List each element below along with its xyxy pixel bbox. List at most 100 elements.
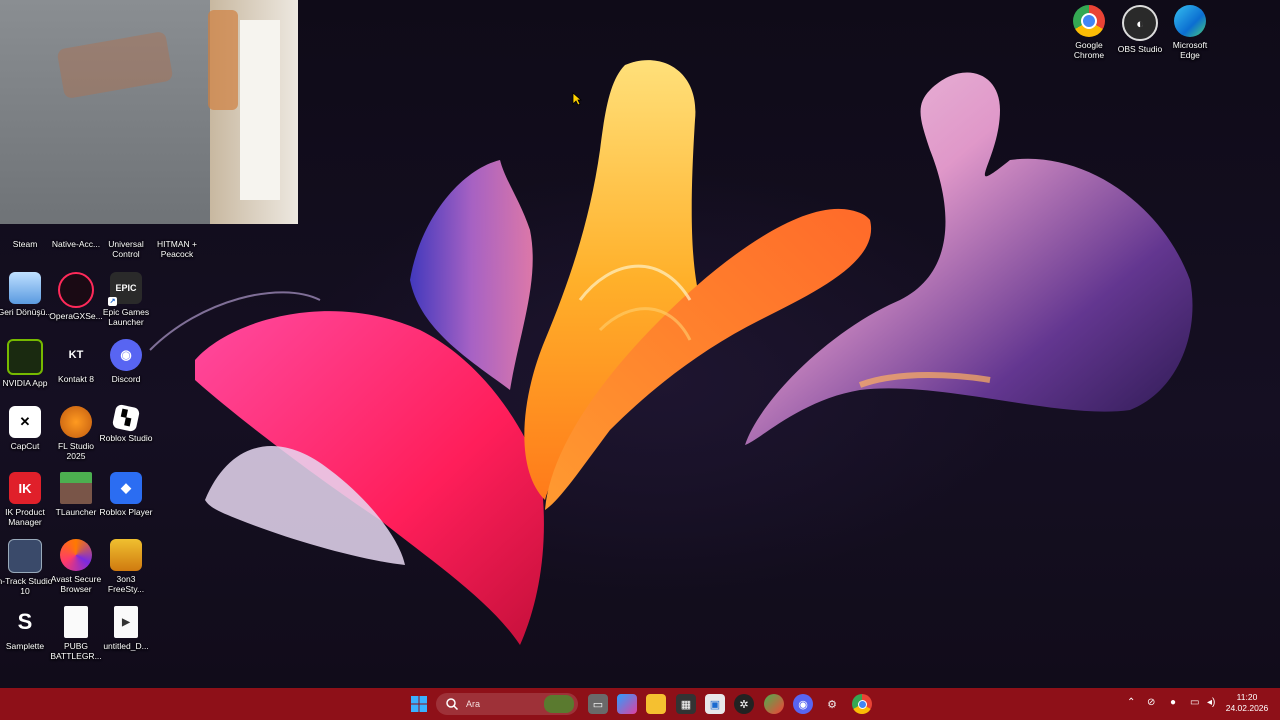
network-off-icon[interactable]: ⊘: [1147, 697, 1155, 708]
epic-games-icon: EPIC ↗: [108, 272, 142, 306]
settings-button[interactable]: ⚙: [822, 694, 842, 714]
nvidia-icon: [7, 339, 43, 375]
samplette-glyph-text: S: [17, 609, 33, 634]
steam-label: Steam: [12, 239, 38, 249]
clock-time: 11:20: [1236, 692, 1258, 702]
chrome-label: Google Chrome: [1073, 40, 1105, 60]
ntrack-studio-shortcut[interactable]: n-Track Studio 10: [0, 539, 53, 596]
m365-copilot-button[interactable]: [617, 694, 637, 714]
microphone-icon[interactable]: ●: [1170, 697, 1176, 708]
fl-studio-label: FL Studio 2025: [57, 441, 95, 461]
kontakt-shortcut[interactable]: KT Kontakt 8: [48, 339, 104, 384]
taskbar-app-button[interactable]: ▣: [705, 694, 725, 714]
chrome-icon: [1073, 5, 1105, 37]
samplette-icon: S: [9, 606, 41, 638]
system-clock[interactable]: 11:20 24.02.2026: [1222, 692, 1272, 714]
untitled-label: untitled_D...: [103, 641, 149, 651]
ntrack-icon: [8, 539, 42, 573]
recycle-bin-label: Geri Dönüşü...: [0, 307, 53, 317]
opera-gx-icon: [58, 272, 94, 308]
roblox-player-icon: ◆: [110, 472, 142, 504]
avast-icon: [60, 539, 92, 571]
edge-shortcut[interactable]: Microsoft Edge: [1162, 5, 1218, 60]
tlauncher-label: TLauncher: [55, 507, 97, 517]
edge-label: Microsoft Edge: [1172, 40, 1208, 60]
clock-date: 24.02.2026: [1225, 703, 1269, 713]
search-placeholder: Ara: [466, 699, 481, 709]
samplette-label: Samplette: [5, 641, 45, 651]
gear-icon: ⚙: [827, 698, 837, 711]
capcut-shortcut[interactable]: ✕ CapCut: [0, 406, 53, 451]
obs-icon: ◐: [1122, 5, 1158, 41]
file-icon: [64, 606, 88, 638]
avast-label: Avast Secure Browser: [50, 574, 102, 594]
opera-gx-shortcut[interactable]: OperaGXSe...: [48, 272, 104, 321]
shortcut-arrow-icon: ↗: [108, 297, 117, 306]
ik-product-label: IK Product Manager: [5, 507, 45, 527]
ik-glyph-text: IK: [18, 480, 32, 496]
chevron-up-icon[interactable]: ⌃: [1127, 697, 1135, 708]
discord-shortcut[interactable]: ◉ Discord: [98, 339, 154, 384]
obs-shortcut[interactable]: ◐ OBS Studio: [1112, 5, 1168, 54]
chrome-taskbar-button[interactable]: [852, 694, 872, 714]
brush-app-button[interactable]: [764, 694, 784, 714]
pubg-label: PUBG BATTLEGR...: [50, 641, 102, 661]
universal-control-label: Universal Control: [108, 239, 144, 259]
fl-studio-icon: [60, 406, 92, 438]
capcut-icon: ✕: [9, 406, 41, 438]
tlauncher-icon: [60, 472, 92, 504]
file-explorer-button[interactable]: [646, 694, 666, 714]
roblox-player-label: Roblox Player: [99, 507, 153, 517]
discord-label: Discord: [111, 374, 141, 384]
video-file-icon: ▶: [114, 606, 138, 638]
recycle-bin-shortcut[interactable]: Geri Dönüşü...: [0, 272, 53, 317]
samplette-shortcut[interactable]: S Samplette: [0, 606, 53, 651]
freestyle-label: 3on3 FreeSty...: [107, 574, 145, 594]
roblox-player-shortcut[interactable]: ◆ Roblox Player: [98, 472, 154, 517]
display-icon[interactable]: ▭: [1190, 697, 1199, 708]
volume-icon[interactable]: ◂): [1207, 697, 1215, 708]
discord-icon: ◉: [110, 339, 142, 371]
pubg-shortcut[interactable]: PUBG BATTLEGR...: [48, 606, 104, 661]
taskbar-search-box[interactable]: Ara: [436, 693, 578, 715]
task-view-button[interactable]: ▭: [588, 694, 608, 714]
avast-browser-shortcut[interactable]: Avast Secure Browser: [48, 539, 104, 594]
search-highlight-icon: [544, 695, 574, 713]
nvidia-app-shortcut[interactable]: NVIDIA App: [0, 339, 53, 388]
untitled-file-shortcut[interactable]: ▶ untitled_D...: [98, 606, 154, 651]
desktop[interactable]: Steam Native-Acc... Universal Control HI…: [0, 0, 1280, 688]
fl-studio-shortcut[interactable]: FL Studio 2025: [48, 406, 104, 461]
chrome-shortcut[interactable]: Google Chrome: [1061, 5, 1117, 60]
roblox-studio-label: Roblox Studio: [99, 433, 153, 443]
kontakt-label: Kontakt 8: [58, 374, 94, 384]
capcut-label: CapCut: [10, 441, 40, 451]
kontakt-icon: KT: [60, 339, 92, 371]
roblox-studio-shortcut[interactable]: ▚ Roblox Studio: [98, 403, 154, 443]
tlauncher-shortcut[interactable]: TLauncher: [48, 472, 104, 517]
epic-games-glyph-text: EPIC: [115, 283, 137, 293]
roblox-studio-icon: ▚: [111, 403, 141, 433]
taskbar: [0, 688, 1280, 720]
ntrack-label: n-Track Studio 10: [0, 576, 53, 596]
hitman-peacock-shortcut[interactable]: HITMAN + Peacock: [147, 239, 207, 259]
discord-taskbar-button[interactable]: ◉: [793, 694, 813, 714]
obs-label: OBS Studio: [1117, 44, 1163, 54]
start-button[interactable]: [409, 694, 429, 714]
ms-store-button[interactable]: ▦: [676, 694, 696, 714]
steelseries-button[interactable]: ✲: [734, 694, 754, 714]
epic-games-label: Epic Games Launcher: [102, 307, 150, 327]
edge-icon: [1174, 5, 1206, 37]
kontakt-glyph-text: KT: [68, 349, 84, 361]
ik-product-icon: IK: [9, 472, 41, 504]
native-access-label: Native-Acc...: [51, 239, 101, 249]
search-icon: [446, 698, 459, 711]
freestyle-shortcut[interactable]: 3on3 FreeSty...: [98, 539, 154, 594]
windows-logo-icon: [411, 696, 427, 712]
opera-gx-label: OperaGXSe...: [49, 311, 103, 321]
freestyle-icon: [110, 539, 142, 571]
webcam-overlay: [0, 0, 298, 224]
epic-games-shortcut[interactable]: EPIC ↗ Epic Games Launcher: [98, 272, 154, 327]
ik-product-manager-shortcut[interactable]: IK IK Product Manager: [0, 472, 53, 527]
nvidia-label: NVIDIA App: [2, 378, 48, 388]
mouse-cursor-icon: [572, 92, 582, 106]
